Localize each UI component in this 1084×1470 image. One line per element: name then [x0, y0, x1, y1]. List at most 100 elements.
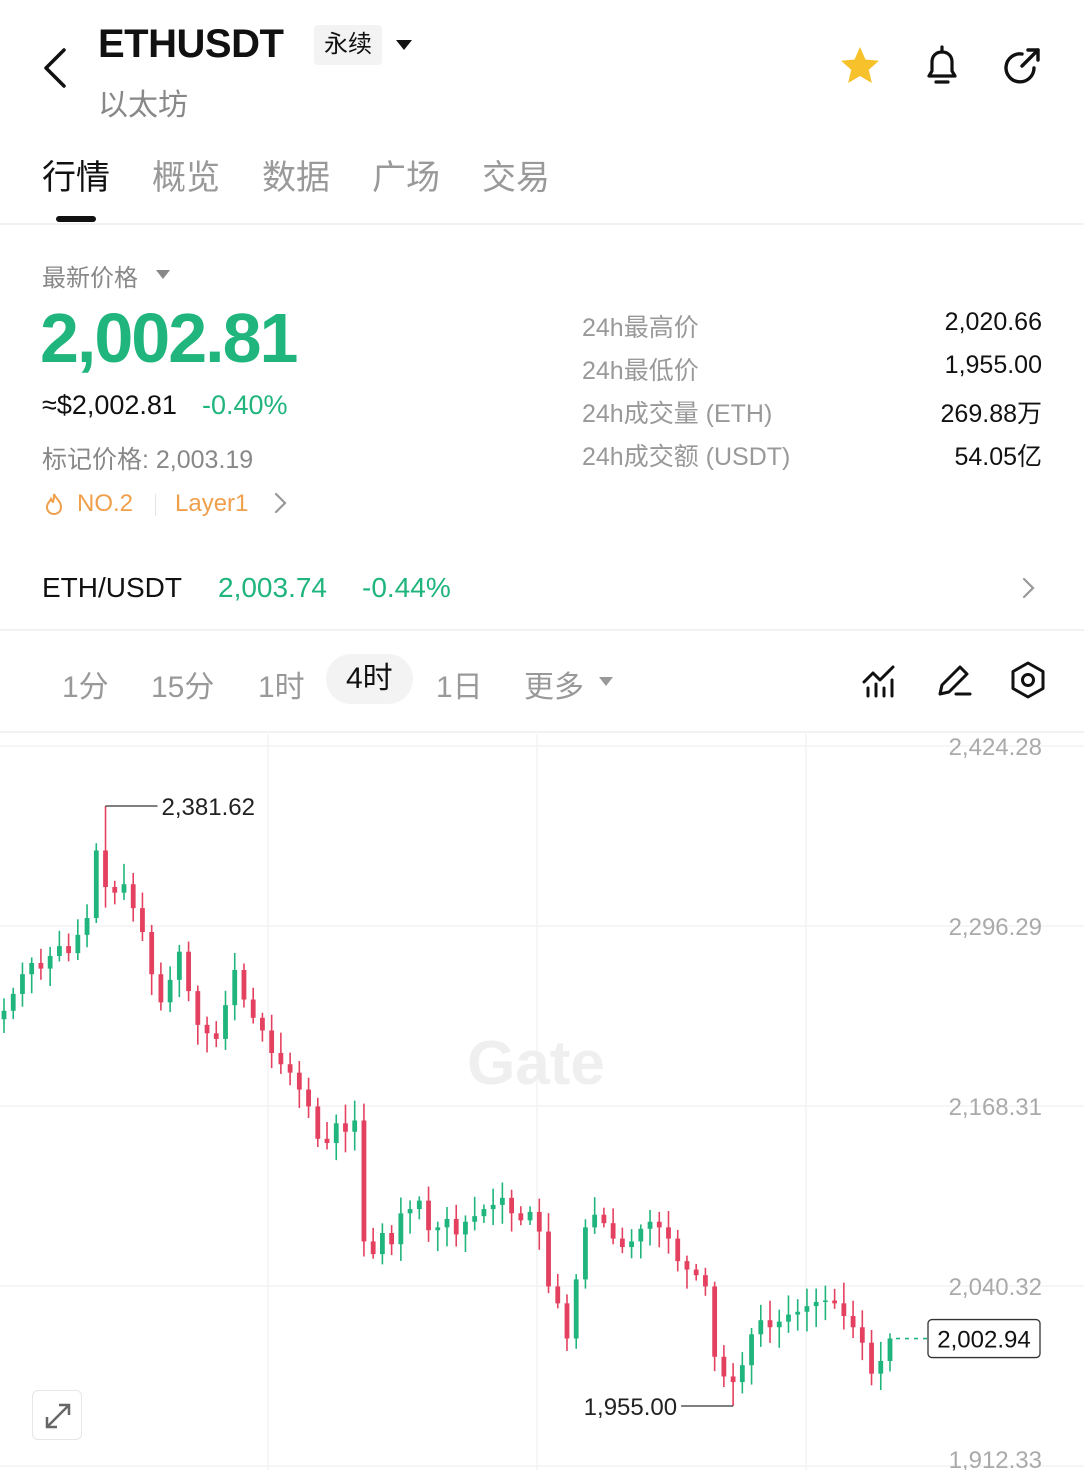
candle-body: [703, 1275, 708, 1287]
candle-body: [426, 1200, 431, 1231]
candle-body: [1, 1010, 7, 1020]
tab-market[interactable]: 行情: [42, 150, 110, 199]
candle-body: [795, 1311, 801, 1315]
candle-body: [739, 1365, 745, 1383]
candle-body: [619, 1238, 625, 1248]
interval-15m[interactable]: 15分: [151, 662, 214, 706]
interval-more[interactable]: 更多: [524, 662, 584, 706]
candle-body: [66, 946, 72, 954]
candle-body: [555, 1286, 561, 1304]
candle-body: [176, 951, 182, 980]
candle-body: [518, 1213, 524, 1221]
divider: [0, 223, 1084, 225]
caret-down-icon[interactable]: [598, 674, 614, 686]
tab-square[interactable]: 广场: [372, 150, 440, 199]
price-change-percent: -0.40%: [202, 390, 288, 420]
candle-body: [546, 1231, 551, 1287]
chevron-right-icon[interactable]: [270, 490, 290, 516]
candle-body: [223, 1005, 228, 1039]
candle-body: [859, 1327, 865, 1343]
candle-body: [195, 991, 201, 1025]
candle-body: [20, 974, 25, 994]
y-axis-tick-label: 2,168.31: [949, 1094, 1042, 1121]
candle-body: [75, 934, 81, 954]
divider: [155, 494, 156, 516]
candle-body: [167, 979, 173, 1003]
candle-body: [490, 1204, 496, 1210]
fullscreen-button[interactable]: [32, 1390, 82, 1440]
tab-overview[interactable]: 概览: [152, 150, 220, 199]
candle-body: [813, 1301, 819, 1307]
stat-24h-high-label: 24h最高价: [582, 314, 699, 342]
candle-body: [379, 1233, 385, 1255]
candle-body: [804, 1306, 810, 1312]
draw-pencil-icon[interactable]: [934, 660, 974, 700]
caret-down-icon[interactable]: [155, 267, 171, 279]
interval-1d[interactable]: 1日: [436, 662, 483, 706]
candle-body: [564, 1303, 570, 1339]
candle-body: [693, 1269, 699, 1276]
candle-body: [767, 1320, 773, 1328]
spot-pair[interactable]: ETH/USDT: [42, 572, 182, 604]
candle-body: [850, 1315, 856, 1328]
candle-body: [647, 1221, 653, 1229]
tab-trade[interactable]: 交易: [482, 150, 550, 199]
candle-body: [481, 1209, 487, 1217]
chevron-right-icon[interactable]: [1018, 574, 1038, 602]
interval-4h[interactable]: 4时: [326, 654, 413, 704]
last-price: 2,002.81: [40, 299, 298, 377]
candle-body: [573, 1279, 579, 1339]
candle-body: [278, 1052, 284, 1065]
active-tab-indicator: [56, 216, 96, 222]
latest-price-label[interactable]: 最新价格: [42, 258, 138, 293]
candle-body: [186, 951, 191, 992]
candle-body: [352, 1120, 358, 1132]
stat-24h-high-value: 2,020.66: [944, 308, 1042, 336]
favorite-star-icon[interactable]: [838, 44, 882, 88]
usd-price: ≈$2,002.81: [42, 390, 177, 420]
candle-body: [463, 1221, 468, 1235]
candle-body: [776, 1321, 782, 1328]
contract-symbol[interactable]: ETHUSDT: [98, 22, 284, 67]
candle-body: [601, 1214, 607, 1224]
indicator-icon[interactable]: [860, 660, 900, 700]
candle-body: [333, 1123, 339, 1143]
stat-24h-low-label: 24h最低价: [582, 357, 699, 385]
interval-1m[interactable]: 1分: [62, 662, 109, 706]
candle-body: [269, 1030, 275, 1053]
candle-body: [213, 1033, 219, 1039]
candle-body: [749, 1334, 754, 1366]
settings-icon[interactable]: [1008, 660, 1048, 700]
candle-body: [38, 962, 44, 969]
candle-body: [56, 946, 62, 956]
contract-type-badge[interactable]: 永续: [314, 25, 382, 65]
candle-body: [444, 1218, 450, 1228]
candle-body: [324, 1138, 330, 1143]
candlestick-chart[interactable]: Gate 2,424.28 2,296.29 2,168.31 2,040.32 1,9…: [0, 734, 1084, 1470]
back-button[interactable]: [38, 44, 78, 92]
candle-body: [656, 1221, 662, 1228]
asset-name: 以太坊: [98, 89, 188, 122]
candle-body: [112, 887, 118, 893]
candle-body: [343, 1123, 348, 1132]
candle-body: [536, 1211, 542, 1232]
candle-body: [296, 1072, 302, 1090]
bell-icon[interactable]: [920, 44, 964, 88]
candle-body: [370, 1241, 376, 1255]
rank-badge[interactable]: NO.2: [77, 490, 133, 518]
interval-1h[interactable]: 1时: [258, 662, 305, 706]
candle-body: [499, 1197, 505, 1205]
tab-data[interactable]: 数据: [262, 150, 330, 199]
candle-body: [130, 884, 136, 909]
candle-body: [47, 955, 53, 969]
candle-body: [84, 917, 90, 935]
flame-icon: [44, 492, 64, 516]
caret-down-icon[interactable]: [394, 37, 414, 53]
category-tag[interactable]: Layer1: [175, 490, 248, 518]
candle-body: [527, 1211, 533, 1221]
mark-price: 标记价格: 2,003.19: [42, 446, 254, 474]
candle-body: [287, 1064, 293, 1073]
candle-body: [721, 1356, 727, 1377]
candle-body: [121, 884, 127, 893]
share-icon[interactable]: [1000, 44, 1044, 88]
